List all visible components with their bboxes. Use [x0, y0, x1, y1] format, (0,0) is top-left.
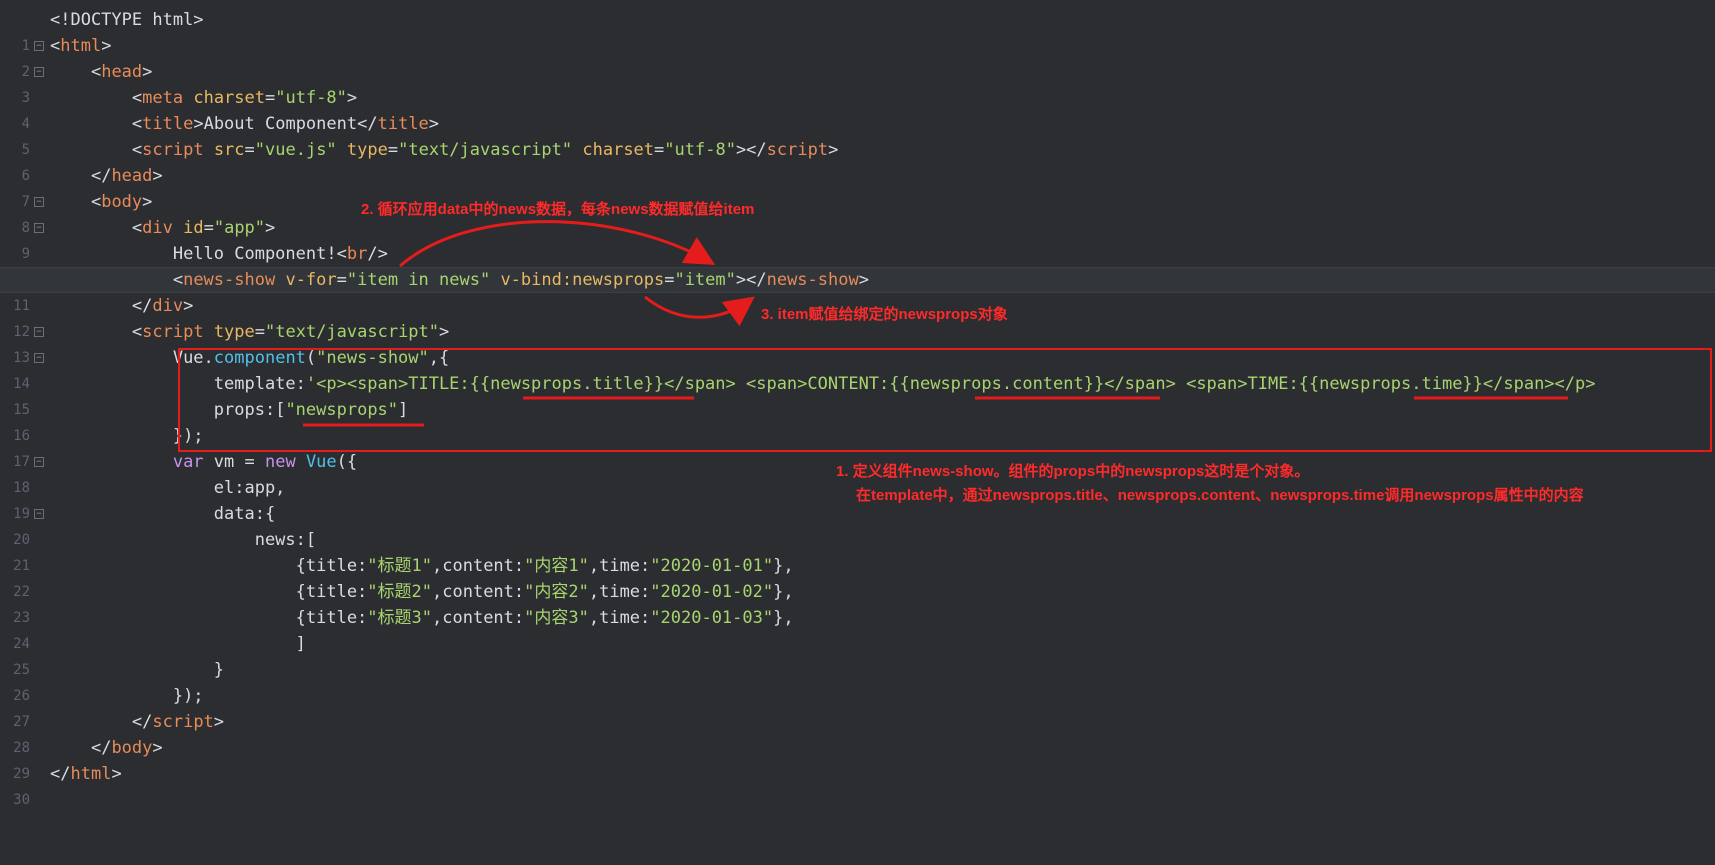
- annotation-arrows: [303, 220, 1568, 427]
- code-editor[interactable]: 1 <!DOCTYPE html> 2 − <html> 3 − <head> …: [0, 0, 1715, 808]
- arrow-loop-to-item: [399, 220, 716, 268]
- arrow-item-to-newsprops: [644, 295, 755, 327]
